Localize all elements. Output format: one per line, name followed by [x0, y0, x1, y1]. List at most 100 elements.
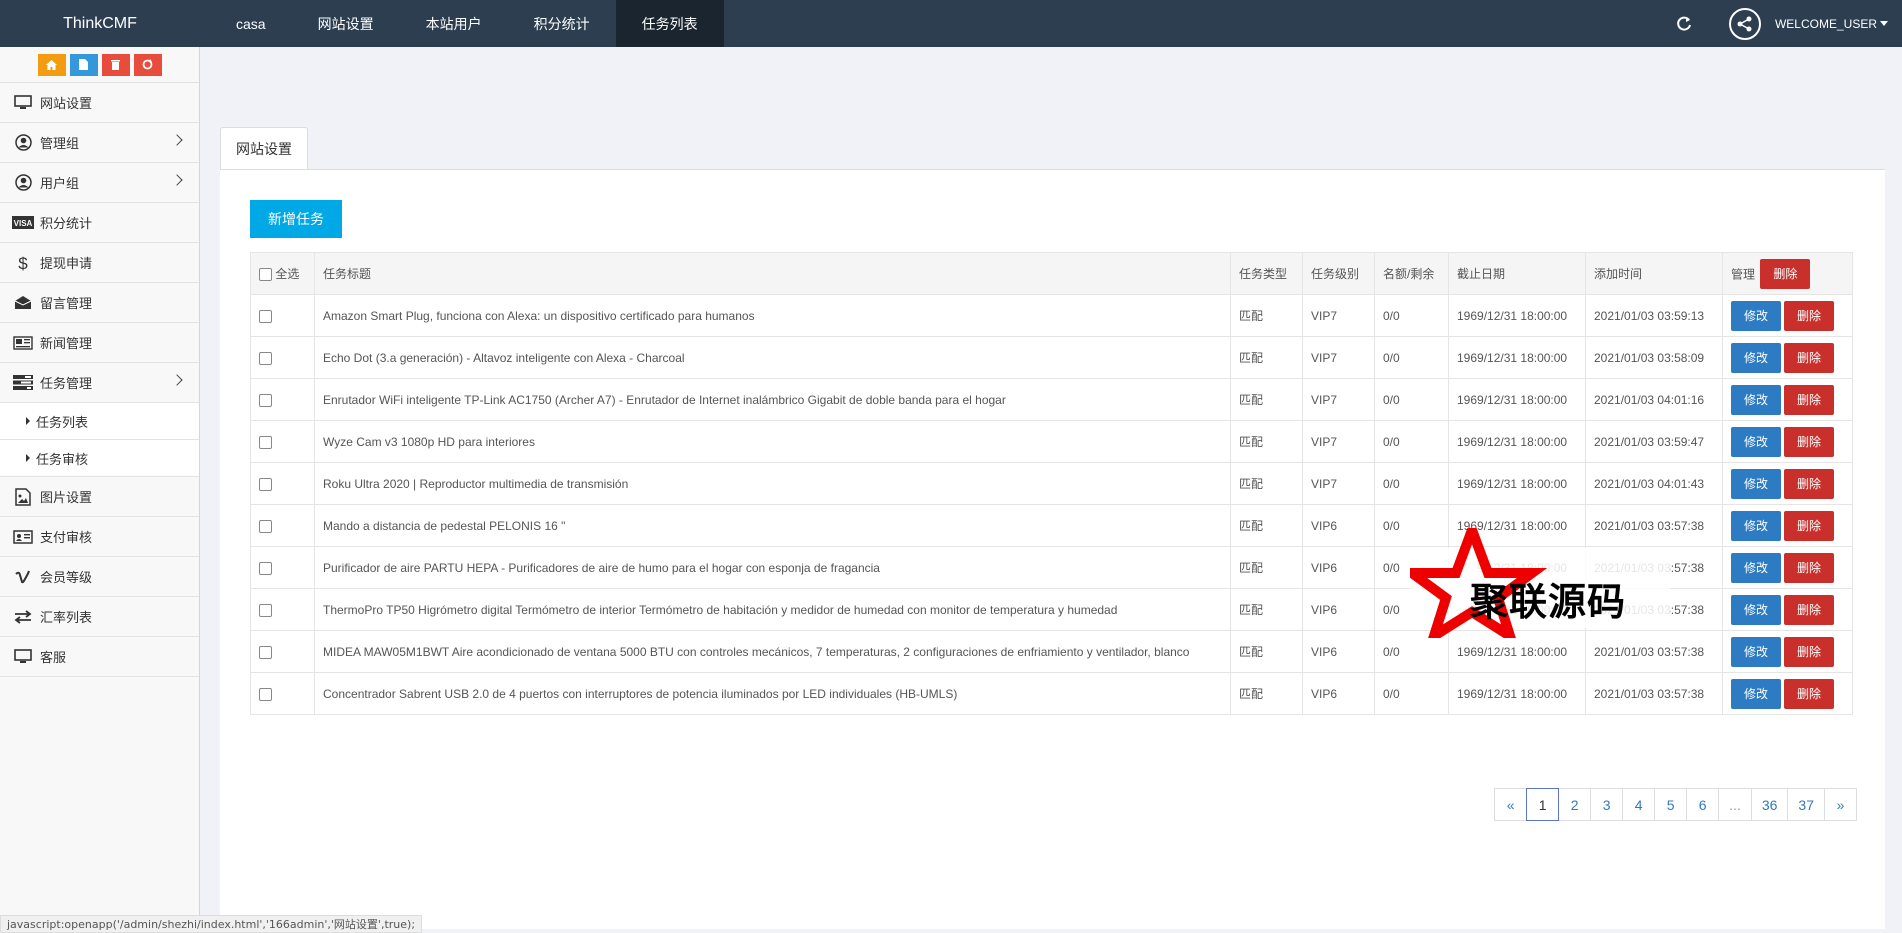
- row-checkbox[interactable]: [259, 687, 272, 701]
- tasks-icon: [12, 375, 34, 390]
- page-number[interactable]: 37: [1787, 788, 1825, 821]
- edit-button[interactable]: 修改: [1731, 594, 1781, 625]
- sidebar-item[interactable]: 支付审核: [0, 517, 199, 557]
- brand-logo[interactable]: ThinkCMF: [0, 0, 200, 47]
- row-checkbox[interactable]: [259, 309, 272, 323]
- sidebar-item[interactable]: 网站设置: [0, 83, 199, 123]
- row-checkbox[interactable]: [259, 393, 272, 407]
- top-nav-item[interactable]: casa: [210, 0, 292, 47]
- cell-quota: 0/0: [1374, 462, 1449, 505]
- sidebar-item[interactable]: 新闻管理: [0, 323, 199, 363]
- top-right-tools: WELCOME_USER: [1673, 0, 1902, 47]
- cell-title: Enrutador WiFi inteligente TP-Link AC175…: [314, 378, 1231, 421]
- page-number[interactable]: 3: [1590, 788, 1624, 821]
- table-row: Amazon Smart Plug, funciona con Alexa: u…: [250, 294, 1853, 337]
- sidebar-item[interactable]: 会员等级: [0, 557, 199, 597]
- sidebar-item[interactable]: 图片设置: [0, 477, 199, 517]
- delete-button[interactable]: 删除: [1784, 300, 1834, 331]
- top-nav: casa 网站设置 本站用户 积分统计 任务列表: [210, 0, 724, 47]
- cell-type: 匹配: [1230, 462, 1303, 505]
- delete-button[interactable]: 删除: [1784, 510, 1834, 541]
- table-row: Echo Dot (3.a generación) - Altavoz inte…: [250, 336, 1853, 379]
- edit-button[interactable]: 修改: [1731, 678, 1781, 709]
- page-number[interactable]: 36: [1750, 788, 1789, 821]
- user-menu[interactable]: WELCOME_USER: [1775, 17, 1888, 31]
- file-icon[interactable]: [69, 53, 98, 76]
- page-prev[interactable]: «: [1494, 788, 1528, 821]
- cell-actions: 修改 删除: [1722, 378, 1853, 421]
- tab-site-settings[interactable]: 网站设置: [220, 127, 308, 169]
- cell-type: 匹配: [1230, 630, 1303, 673]
- sidebar-item[interactable]: 客服: [0, 637, 199, 677]
- top-nav-item[interactable]: 本站用户: [400, 0, 508, 47]
- sidebar-item[interactable]: 用户组: [0, 163, 199, 203]
- bulk-delete-button[interactable]: 删除: [1760, 258, 1811, 289]
- browser-status-bar: javascript:openapp('/admin/shezhi/index.…: [0, 915, 423, 933]
- row-checkbox[interactable]: [259, 477, 272, 491]
- cell-level: VIP7: [1302, 294, 1375, 337]
- page-number[interactable]: 1: [1526, 788, 1560, 821]
- page-number[interactable]: 4: [1622, 788, 1656, 821]
- row-checkbox[interactable]: [259, 603, 272, 617]
- delete-button[interactable]: 删除: [1784, 552, 1834, 583]
- sidebar-subitem-label: 任务审核: [36, 451, 89, 467]
- page-number[interactable]: 5: [1654, 788, 1688, 821]
- row-checkbox[interactable]: [259, 435, 272, 449]
- user-avatar[interactable]: [1728, 7, 1761, 40]
- edit-button[interactable]: 修改: [1731, 468, 1781, 499]
- trash-icon[interactable]: [101, 53, 130, 76]
- sidebar-item[interactable]: 管理组: [0, 123, 199, 163]
- row-checkbox[interactable]: [259, 351, 272, 365]
- edit-button[interactable]: 修改: [1731, 384, 1781, 415]
- row-select-cell: [250, 504, 315, 547]
- delete-button[interactable]: 删除: [1784, 342, 1834, 373]
- edit-button[interactable]: 修改: [1731, 426, 1781, 457]
- row-checkbox[interactable]: [259, 645, 272, 659]
- cell-title: MIDEA MAW05M1BWT Aire acondicionado de v…: [314, 630, 1231, 673]
- sidebar-subitem[interactable]: 任务列表: [0, 403, 199, 440]
- sidebar-item[interactable]: $ 提现申请: [0, 243, 199, 283]
- row-checkbox[interactable]: [259, 519, 272, 533]
- sidebar-item[interactable]: 任务管理: [0, 363, 199, 403]
- page-number[interactable]: 6: [1686, 788, 1720, 821]
- edit-button[interactable]: 修改: [1731, 510, 1781, 541]
- sidebar-item[interactable]: 留言管理: [0, 283, 199, 323]
- edit-button[interactable]: 修改: [1731, 300, 1781, 331]
- id-card-icon: [12, 529, 34, 544]
- add-task-button[interactable]: 新增任务: [250, 200, 342, 238]
- top-nav-item[interactable]: 积分统计: [508, 0, 616, 47]
- content-header-strip: [200, 47, 1902, 107]
- top-nav-item[interactable]: 网站设置: [292, 0, 400, 47]
- row-checkbox[interactable]: [259, 561, 272, 575]
- page-number[interactable]: 2: [1558, 788, 1592, 821]
- sidebar-subitem[interactable]: 任务审核: [0, 440, 199, 477]
- edit-button[interactable]: 修改: [1731, 342, 1781, 373]
- envelope-icon: [12, 295, 34, 310]
- row-select-cell: [250, 546, 315, 589]
- delete-button[interactable]: 删除: [1784, 468, 1834, 499]
- select-all-checkbox[interactable]: [259, 268, 272, 282]
- edit-button[interactable]: 修改: [1731, 552, 1781, 583]
- cell-title: Concentrador Sabrent USB 2.0 de 4 puerto…: [314, 672, 1231, 715]
- delete-button[interactable]: 删除: [1784, 678, 1834, 709]
- watermark-text: 聚联源码: [1470, 580, 1627, 624]
- cell-deadline: 1969/12/31 18:00:00: [1448, 420, 1586, 463]
- page-next[interactable]: »: [1824, 788, 1857, 821]
- delete-button[interactable]: 删除: [1784, 636, 1834, 667]
- sidebar-item[interactable]: 汇率列表: [0, 597, 199, 637]
- cell-type: 匹配: [1230, 546, 1303, 589]
- delete-button[interactable]: 删除: [1784, 384, 1834, 415]
- top-nav-item[interactable]: 任务列表: [615, 0, 724, 47]
- refresh-icon[interactable]: [1673, 13, 1695, 35]
- home-icon[interactable]: [37, 53, 66, 76]
- recycle-icon[interactable]: [133, 53, 162, 76]
- header-quota: 名额/剩余: [1374, 252, 1449, 295]
- svg-text:VISA: VISA: [14, 219, 33, 228]
- sidebar-item[interactable]: VISA 积分统计: [0, 203, 199, 243]
- delete-button[interactable]: 删除: [1784, 426, 1834, 457]
- cell-actions: 修改 删除: [1722, 546, 1853, 589]
- delete-button[interactable]: 删除: [1784, 594, 1834, 625]
- caret-down-icon: [1880, 21, 1888, 26]
- edit-button[interactable]: 修改: [1731, 636, 1781, 667]
- user-circle-icon: [12, 134, 34, 151]
